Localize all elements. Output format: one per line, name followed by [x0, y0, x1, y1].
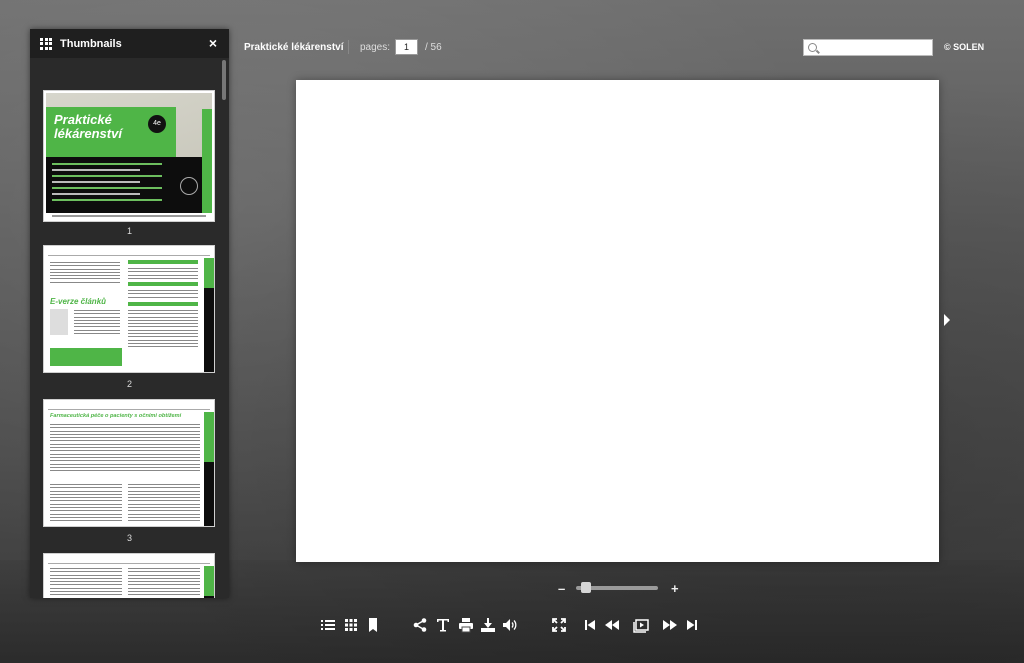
zoom-in-button[interactable]: + — [671, 581, 679, 596]
page-text — [128, 290, 198, 300]
page-heading: E-verze článků — [50, 297, 107, 306]
publisher-seal — [180, 177, 198, 195]
zoom-out-button[interactable]: – — [558, 581, 565, 596]
page-section-bar — [128, 302, 198, 306]
page-text — [50, 262, 120, 285]
page-header-line — [48, 252, 210, 256]
page-illustration — [50, 309, 68, 335]
print-icon[interactable] — [458, 617, 474, 633]
cover-contents-lines — [52, 163, 162, 205]
thumbnails-panel: Thumbnails × Praktické lékárenství 4e 1 E… — [30, 29, 229, 598]
thumbnail-number: 3 — [126, 533, 132, 543]
search-box[interactable] — [803, 39, 933, 56]
fullscreen-icon[interactable] — [551, 617, 567, 633]
page-section-bar — [128, 282, 198, 286]
text-icon[interactable] — [435, 617, 451, 633]
grid-icon — [40, 37, 52, 50]
search-input[interactable] — [820, 41, 930, 54]
page-side-bar — [204, 566, 214, 598]
page-text — [74, 310, 120, 336]
list-icon[interactable] — [320, 617, 336, 633]
cover-side-bar — [202, 109, 212, 213]
thumbnail-number: 1 — [126, 226, 132, 236]
next-page-icon[interactable] — [662, 617, 678, 633]
cover-footer — [52, 215, 206, 217]
document-page[interactable] — [296, 80, 939, 562]
page-header-line — [48, 406, 210, 410]
page-text — [50, 424, 200, 473]
page-heading: Farmaceutická péče o pacienty s očními o… — [50, 413, 182, 419]
download-icon[interactable] — [480, 617, 496, 633]
zoom-slider-handle[interactable] — [580, 582, 591, 593]
copyright-logo: © SOLEN — [944, 42, 985, 52]
page-text — [128, 268, 198, 281]
thumbnail-page-4[interactable] — [43, 553, 215, 598]
thumbnail-number: 2 — [126, 379, 132, 389]
thumbnail-page-3[interactable]: Farmaceutická péče o pacienty s očními o… — [43, 399, 215, 527]
document-title: Praktické lékárenství — [244, 42, 344, 53]
next-page-arrow-icon[interactable] — [944, 314, 950, 326]
search-icon — [808, 43, 817, 52]
grid-icon[interactable] — [343, 617, 359, 633]
page-number-input[interactable] — [395, 39, 418, 55]
first-page-icon[interactable] — [582, 617, 598, 633]
page-text — [50, 568, 122, 598]
page-section-bar — [128, 260, 198, 264]
page-text — [128, 310, 198, 350]
page-side-bar — [204, 412, 214, 526]
thumbnail-page-1[interactable]: Praktické lékárenství 4e — [43, 90, 215, 222]
issue-badge: 4e — [148, 115, 166, 133]
page-header-line — [48, 560, 210, 564]
sound-icon[interactable] — [502, 617, 518, 633]
last-page-icon[interactable] — [684, 617, 700, 633]
thumbnails-list: Praktické lékárenství 4e 1 E-verze článků — [30, 58, 229, 598]
thumbnails-title: Thumbnails — [60, 37, 122, 50]
thumbnail-page-2[interactable]: E-verze článků — [43, 245, 215, 373]
page-side-bar — [204, 258, 214, 372]
page-text — [128, 484, 200, 524]
share-icon[interactable] — [412, 617, 428, 633]
slideshow-icon[interactable] — [633, 617, 649, 633]
page-total: / 56 — [425, 42, 442, 53]
thumbnails-scrollbar[interactable] — [222, 60, 226, 100]
page-text — [50, 484, 122, 524]
bookmark-icon[interactable] — [365, 617, 381, 633]
thumbnails-header: Thumbnails × — [30, 29, 229, 58]
divider — [348, 40, 349, 54]
close-icon[interactable]: × — [209, 35, 217, 51]
page-footer-bar — [50, 348, 122, 366]
previous-page-icon[interactable] — [604, 617, 620, 633]
page-text — [128, 568, 200, 598]
pages-label: pages: — [360, 42, 391, 53]
cover-title: Praktické lékárenství — [54, 112, 122, 141]
